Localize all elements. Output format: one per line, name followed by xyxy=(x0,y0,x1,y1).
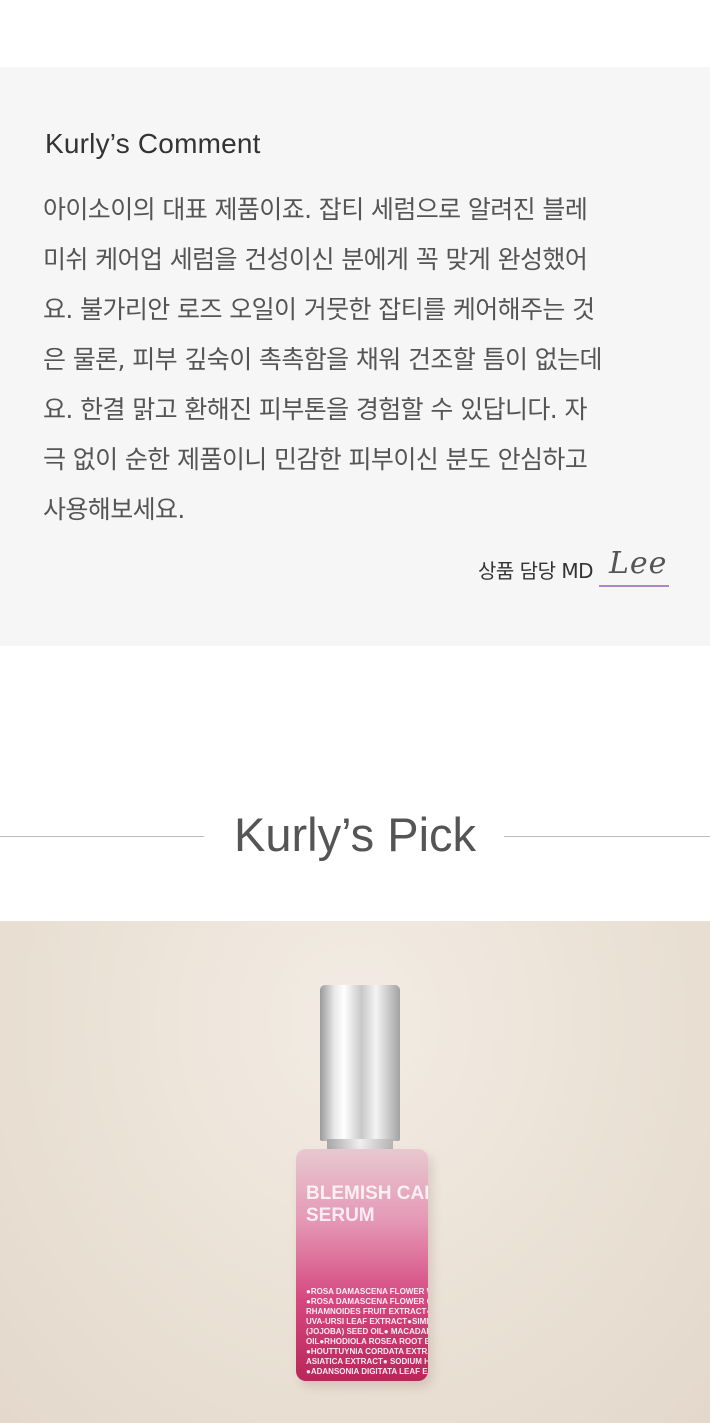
comment-body: 아이소이의 대표 제품이죠. 잡티 세럼으로 알려진 블레 미쉬 케어업 세럼을… xyxy=(43,195,603,524)
md-label: 상품 담당 MD xyxy=(478,559,593,583)
product-image: BLEMISH CARE SERUM ●ROSA DAMASCENA FLOWE… xyxy=(0,921,710,1423)
bottle-body: BLEMISH CARE SERUM ●ROSA DAMASCENA FLOWE… xyxy=(296,1149,428,1381)
signature-underline xyxy=(599,585,669,587)
bottle-label-ingredients: ●ROSA DAMASCENA FLOWER WATER ●ROSA DAMAS… xyxy=(306,1287,428,1376)
comment-title: Kurly’s Comment xyxy=(45,128,261,159)
md-signature-name: Lee xyxy=(609,546,668,581)
serum-bottle: BLEMISH CARE SERUM ●ROSA DAMASCENA FLOWE… xyxy=(292,981,432,1421)
bottle-label-name: BLEMISH CARE SERUM xyxy=(306,1183,428,1226)
md-signature-block: 상품 담당 MD Lee xyxy=(478,546,669,588)
bottle-cap xyxy=(320,985,400,1141)
divider-right xyxy=(504,836,710,837)
md-signature: Lee xyxy=(599,546,669,588)
kurly-pick-heading: Kurly’s Pick xyxy=(0,805,710,867)
pick-title: Kurly’s Pick xyxy=(233,808,477,861)
